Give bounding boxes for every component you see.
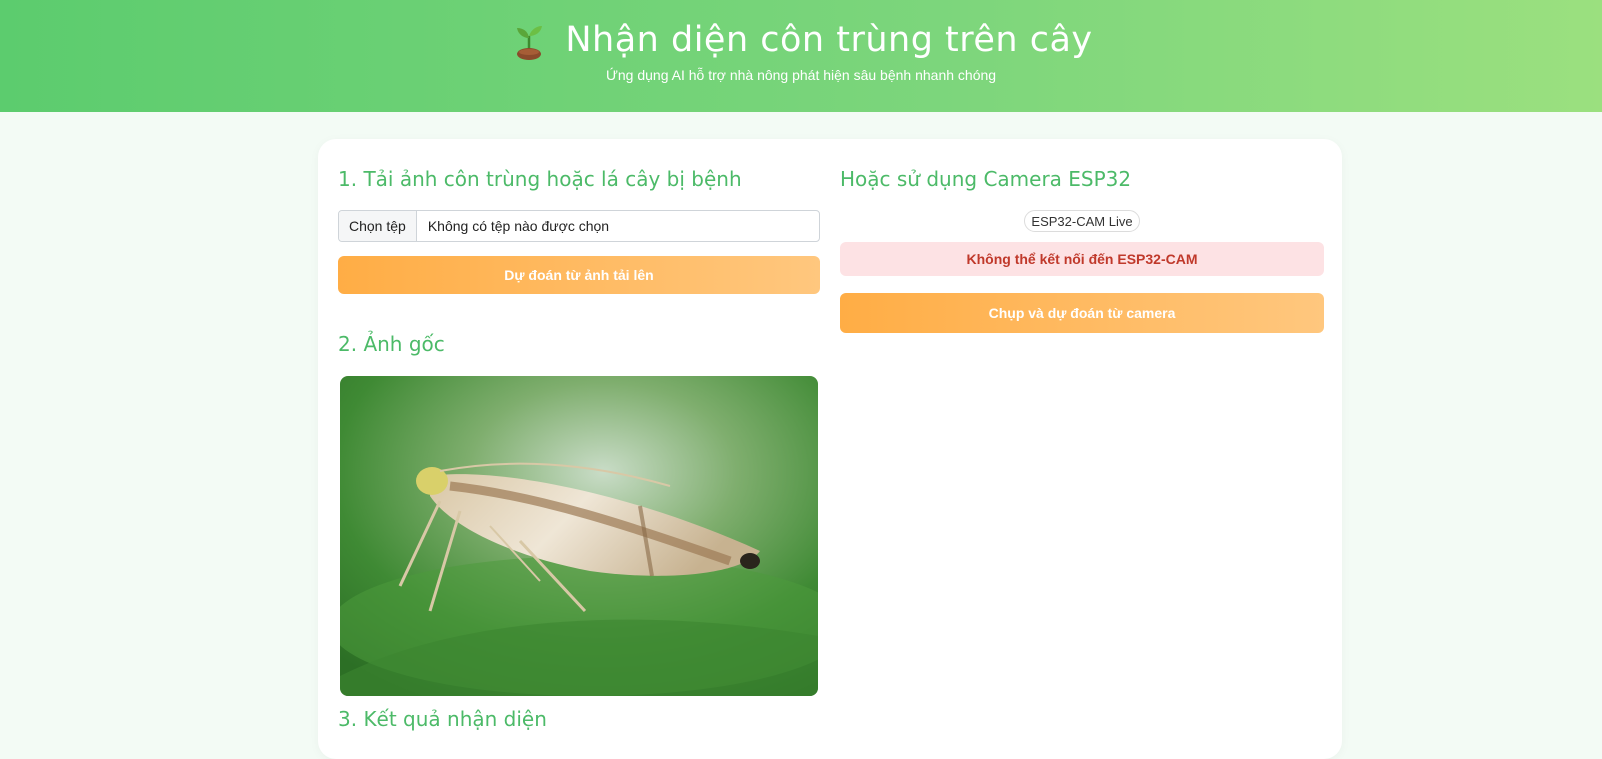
predict-upload-button[interactable]: Dự đoán từ ảnh tải lên: [338, 256, 820, 294]
insect-photo: [340, 376, 818, 696]
page-subtitle: Ứng dụng AI hỗ trợ nhà nông phát hiện sâ…: [605, 67, 997, 83]
main-card: 1. Tải ảnh côn trùng hoặc lá cây bị bệnh…: [318, 139, 1342, 759]
esp32-live-image: ESP32-CAM Live: [1024, 210, 1140, 232]
camera-column: Hoặc sử dụng Camera ESP32 ESP32-CAM Live…: [840, 167, 1324, 333]
file-status-text: Không có tệp nào được chọn: [427, 218, 610, 234]
upload-heading: 1. Tải ảnh côn trùng hoặc lá cây bị bệnh: [338, 167, 742, 191]
upload-column: 1. Tải ảnh côn trùng hoặc lá cây bị bệnh…: [338, 167, 820, 696]
page-title: Nhận diện côn trùng trên cây: [565, 20, 1093, 60]
capture-predict-button[interactable]: Chụp và dự đoán từ camera: [840, 293, 1324, 333]
file-input[interactable]: Chọn tệp Không có tệp nào được chọn: [338, 210, 820, 242]
original-image-heading: 2. Ảnh gốc: [338, 332, 445, 356]
sprout-icon: [517, 26, 543, 60]
camera-error-alert: Không thể kết nối đến ESP32-CAM: [840, 242, 1324, 276]
result-heading: 3. Kết quả nhận diện: [338, 707, 547, 731]
camera-heading: Hoặc sử dụng Camera ESP32: [840, 167, 1132, 191]
choose-file-button[interactable]: Chọn tệp: [339, 211, 417, 241]
app-header: Nhận diện côn trùng trên cây Ứng dụng AI…: [0, 0, 1602, 112]
broken-image-alt: ESP32-CAM Live: [1031, 213, 1133, 229]
